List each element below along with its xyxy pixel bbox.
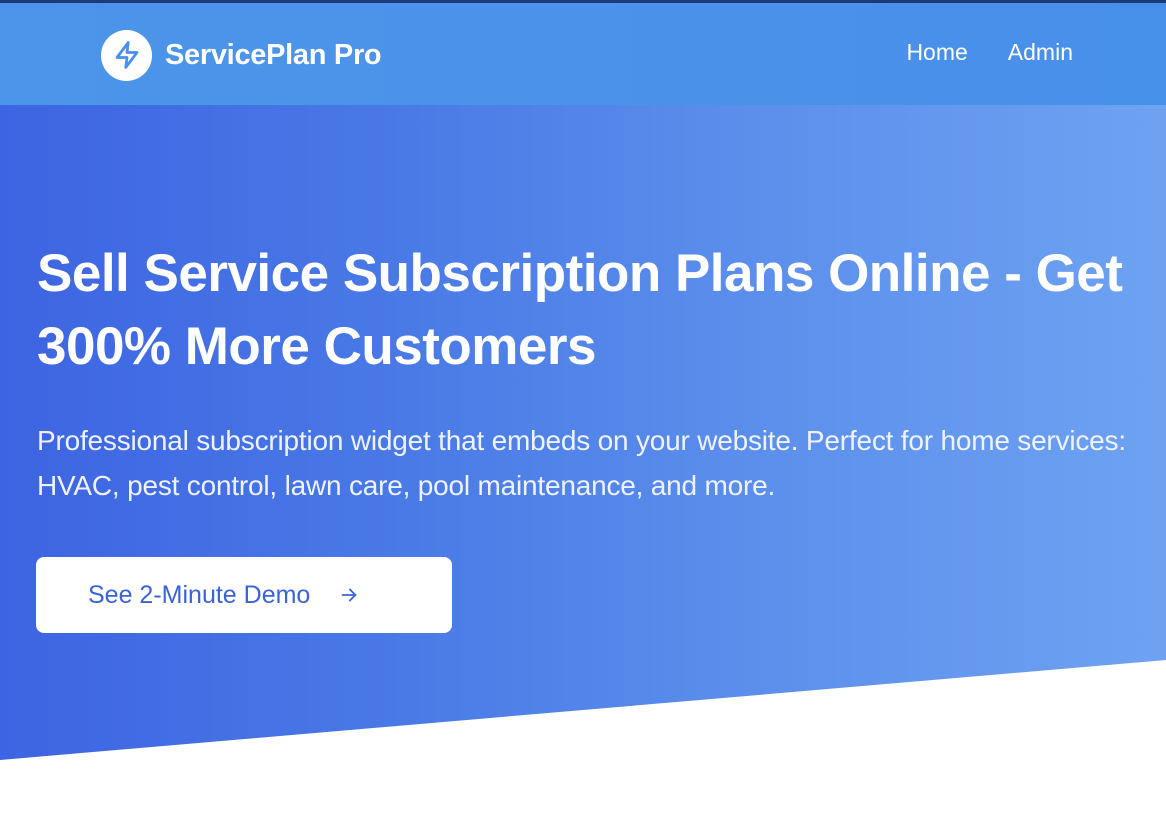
see-demo-label: See 2-Minute Demo: [88, 580, 311, 609]
nav-link-admin[interactable]: Admin: [1008, 39, 1073, 66]
brand-link[interactable]: ServicePlan Pro: [101, 29, 382, 81]
hero-title: Sell Service Subscription Plans Online -…: [37, 244, 1123, 376]
nav-link-home[interactable]: Home: [906, 39, 967, 66]
arrow-right-icon: [338, 584, 360, 606]
top-border: [0, 0, 1166, 3]
hero-subtitle: Professional subscription widget that em…: [37, 425, 1126, 501]
navbar: ServicePlan Pro Home Admin: [0, 3, 1166, 105]
landing-page: ServicePlan Pro Home Admin Sell Service …: [0, 0, 1166, 836]
see-demo-button[interactable]: See 2-Minute Demo: [36, 557, 452, 633]
main-nav: Home Admin: [906, 39, 1073, 66]
lightning-bolt-icon: [101, 29, 152, 81]
brand-name: ServicePlan Pro: [165, 38, 382, 71]
hero-section: Sell Service Subscription Plans Online -…: [0, 105, 1166, 760]
